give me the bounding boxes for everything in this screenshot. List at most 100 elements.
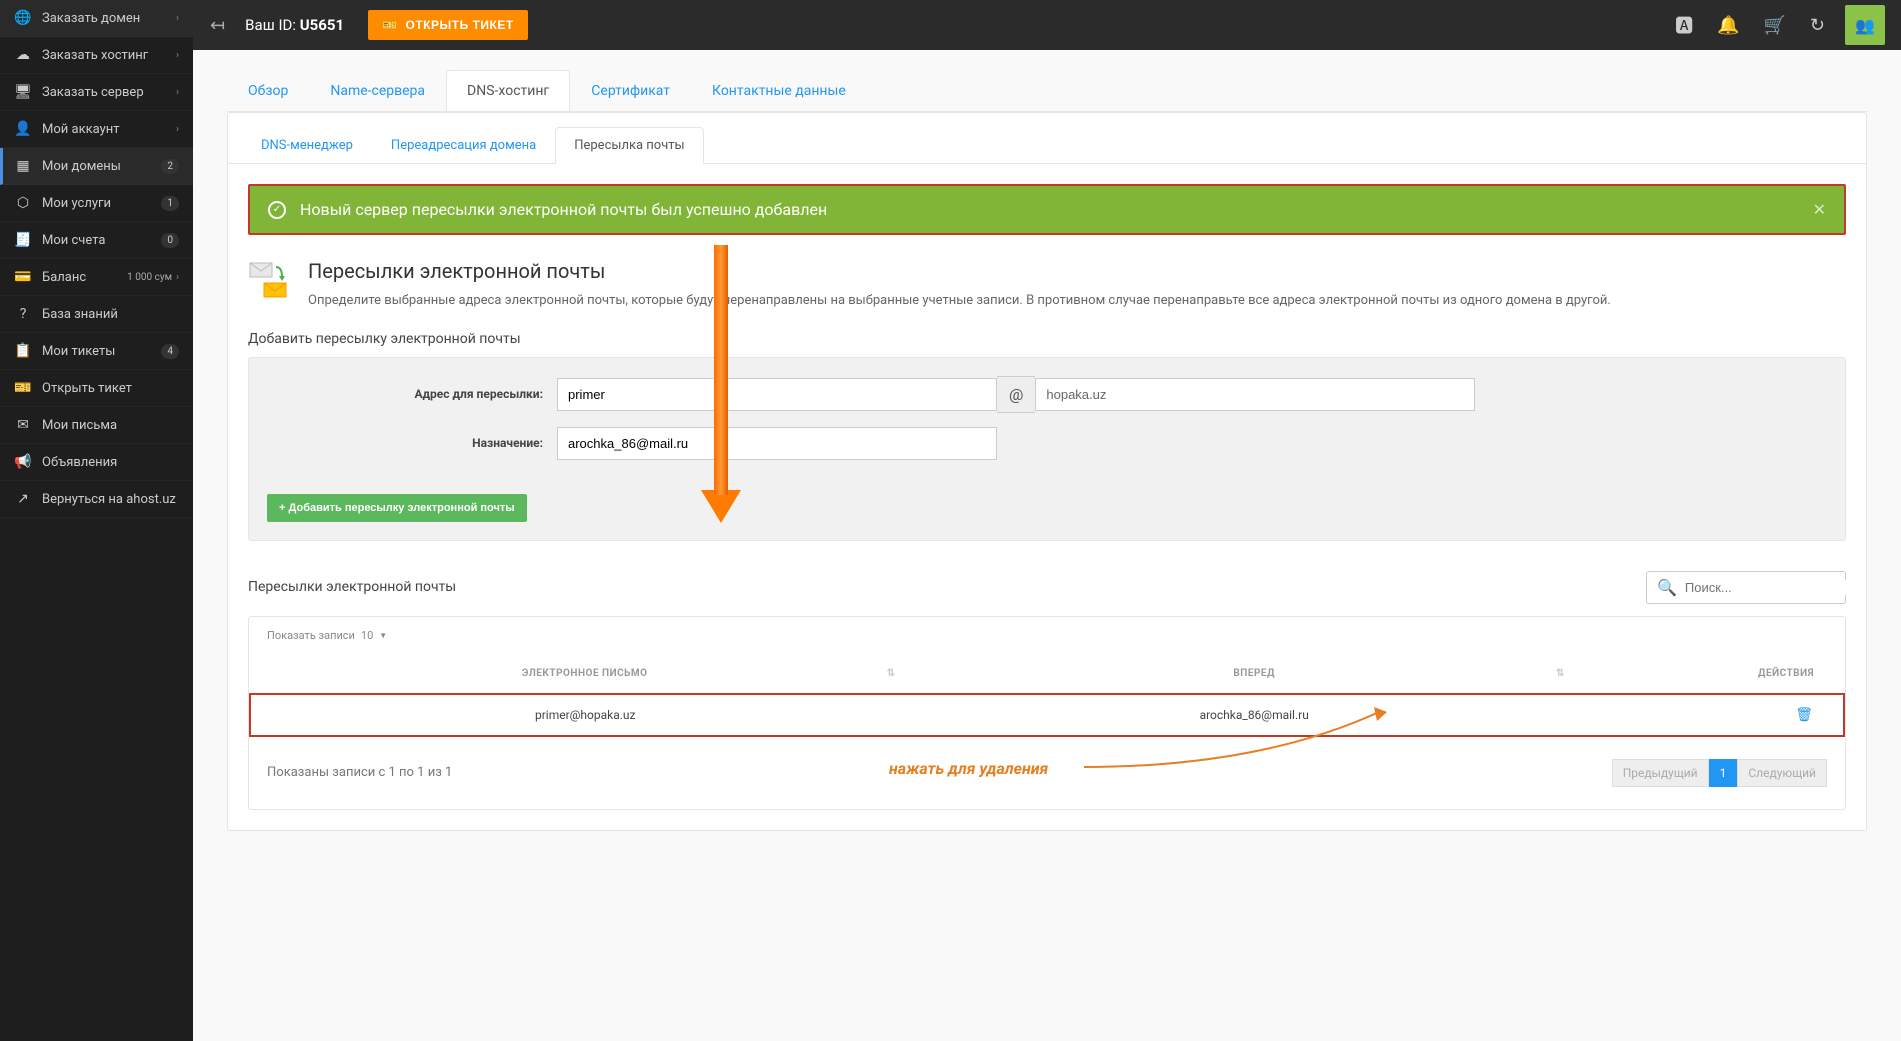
forwards-table: ЭЛЕКТРОННОЕ ПИСЬМО ⇅ ВПЕРЕД ⇅ ДЕЙСТВИЯ pri… <box>249 654 1845 737</box>
forward-address-input[interactable] <box>557 378 997 411</box>
sidebar-item-5[interactable]: ⬡Мои услуги1 <box>0 185 193 222</box>
sidebar-item-label: Мои счета <box>42 233 157 248</box>
secondary-tab-0[interactable]: DNS-менеджер <box>242 127 372 163</box>
forwards-table-container: Показать записи 10 ▼ ЭЛЕКТРОННОЕ ПИСЬМО ⇅… <box>248 616 1846 810</box>
col-email[interactable]: ЭЛЕКТРОННОЕ ПИСЬМО <box>522 668 648 679</box>
sidebar-icon: ↗ <box>14 491 32 507</box>
destination-label: Назначение: <box>267 436 557 450</box>
alert-message: Новый сервер пересылки электронной почты… <box>300 200 827 219</box>
chevron-right-icon: › <box>176 272 179 283</box>
ticket-icon: 🎫 <box>382 18 397 32</box>
address-label: Адрес для пересылки: <box>267 387 557 401</box>
sidebar-item-13[interactable]: ↗ Вернуться на ahost.uz <box>0 481 193 518</box>
chevron-right-icon: › <box>176 87 179 98</box>
sidebar-icon: 🖥 <box>14 84 32 100</box>
badge: 2 <box>161 159 179 174</box>
pag-page-1[interactable]: 1 <box>1709 759 1738 787</box>
topbar: ↤ Ваш ID: U5651 🎫 ОТКРЫТЬ ТИКЕТ 🅰 🔔 🛒 ↻ … <box>0 0 1901 50</box>
sidebar-icon: ✉ <box>14 417 32 433</box>
primary-tab-3[interactable]: Сертификат <box>570 70 691 111</box>
cell-email: primer@hopaka.uz <box>250 694 919 736</box>
sidebar-item-6[interactable]: 🧾Мои счета0 <box>0 222 193 259</box>
sidebar: 🌐Заказать домен›☁Заказать хостинг› 🖥 Заказ… <box>0 0 193 1041</box>
pagination: Предыдущий 1 Следующий <box>1612 759 1827 787</box>
delete-annotation: нажать для удаления <box>889 759 1048 778</box>
table-page-size[interactable]: Показать записи 10 ▼ <box>249 617 1845 654</box>
dns-hosting-panel: DNS-менеджерПереадресация доменаПересылк… <box>227 112 1867 831</box>
sidebar-icon: 💳 <box>14 269 32 285</box>
chevron-right-icon: › <box>176 13 179 24</box>
balance-value: 1 000 сум <box>127 272 172 283</box>
sidebar-icon: 📢 <box>14 454 32 470</box>
list-title: Пересылки электронной почты <box>248 579 456 595</box>
badge: 1 <box>161 196 179 211</box>
primary-tab-4[interactable]: Контактные данные <box>691 70 867 111</box>
sidebar-item-label: Заказать хостинг <box>42 48 176 63</box>
sidebar-item-label: Открыть тикет <box>42 381 179 396</box>
form-heading: Добавить пересылку электронной почты <box>248 331 1846 347</box>
sidebar-item-label: Баланс <box>42 270 127 285</box>
col-forward[interactable]: ВПЕРЕД <box>1233 668 1275 679</box>
sidebar-item-11[interactable]: ✉ Мои письма <box>0 407 193 444</box>
chevron-right-icon: › <box>176 124 179 135</box>
sidebar-item-label: Мой аккаунт <box>42 122 176 137</box>
pag-prev[interactable]: Предыдущий <box>1612 759 1709 787</box>
user-menu-button[interactable]: 👥 <box>1845 5 1885 45</box>
sidebar-item-label: Заказать сервер <box>42 85 176 100</box>
section-header: Пересылки электронной почты Определите в… <box>248 259 1846 311</box>
sidebar-icon: ? <box>14 306 32 322</box>
secondary-tab-1[interactable]: Переадресация домена <box>372 127 555 163</box>
refresh-icon[interactable]: ↻ <box>1810 15 1825 36</box>
sidebar-item-label: Мои услуги <box>42 196 157 211</box>
sidebar-item-0[interactable]: 🌐Заказать домен› <box>0 0 193 37</box>
sidebar-item-1[interactable]: ☁Заказать хостинг› <box>0 37 193 74</box>
add-forward-button[interactable]: + Добавить пересылку электронной почты <box>267 494 527 522</box>
sidebar-icon: 🎫 <box>14 380 32 396</box>
sidebar-item-label: Мои письма <box>42 418 179 433</box>
sidebar-item-8[interactable]: ?База знаний <box>0 296 193 333</box>
bell-icon[interactable]: 🔔 <box>1717 15 1739 36</box>
col-actions: ДЕЙСТВИЯ <box>1758 668 1814 679</box>
sidebar-item-label: Мои тикеты <box>42 344 157 359</box>
search-icon: 🔍 <box>1657 578 1677 597</box>
primary-tab-0[interactable]: Обзор <box>227 70 309 111</box>
sidebar-icon: 📋 <box>14 343 32 359</box>
section-description: Определите выбранные адреса электронной … <box>308 291 1611 311</box>
secondary-tabs: DNS-менеджерПереадресация доменаПересылк… <box>228 113 1866 164</box>
cell-forward: arochka_86@mail.ru <box>919 694 1588 736</box>
add-forward-form: Адрес для пересылки: @ Назначение: <box>248 357 1846 541</box>
sidebar-item-9[interactable]: 📋Мои тикеты4 <box>0 333 193 370</box>
search-box[interactable]: 🔍 <box>1646 571 1846 604</box>
open-ticket-button[interactable]: 🎫 ОТКРЫТЬ ТИКЕТ <box>368 10 528 40</box>
sidebar-item-label: Объявления <box>42 455 179 470</box>
sort-icon: ⇅ <box>887 668 896 679</box>
sort-icon: ⇅ <box>1556 668 1565 679</box>
cart-icon[interactable]: 🛒 <box>1763 15 1785 36</box>
section-title: Пересылки электронной почты <box>308 259 1611 283</box>
delete-button[interactable]: 🗑 <box>1795 707 1813 723</box>
success-alert: ✓ Новый сервер пересылки электронной поч… <box>248 184 1846 235</box>
sidebar-item-7[interactable]: 💳 Баланс1 000 сум › <box>0 259 193 296</box>
primary-tab-1[interactable]: Name-сервера <box>309 70 446 111</box>
language-icon[interactable]: 🅰 <box>1675 12 1693 38</box>
sidebar-item-12[interactable]: 📢 Объявления <box>0 444 193 481</box>
sidebar-item-label: Мои домены <box>42 159 157 174</box>
sidebar-collapse-button[interactable]: ↤ <box>210 15 225 36</box>
chevron-right-icon: › <box>176 50 179 61</box>
search-input[interactable] <box>1685 580 1861 595</box>
sidebar-item-2[interactable]: 🖥 Заказать сервер› <box>0 74 193 111</box>
sidebar-item-label: Вернуться на ahost.uz <box>42 492 179 507</box>
sidebar-icon: ▦ <box>14 158 32 174</box>
pag-next[interactable]: Следующий <box>1737 759 1827 787</box>
at-symbol: @ <box>997 376 1035 413</box>
sidebar-item-10[interactable]: 🎫 Открыть тикет <box>0 370 193 407</box>
plus-icon: + <box>279 502 285 514</box>
secondary-tab-2[interactable]: Пересылка почты <box>555 127 703 164</box>
check-icon: ✓ <box>268 201 286 219</box>
close-icon[interactable]: ✕ <box>1813 200 1826 219</box>
destination-input[interactable] <box>557 427 997 460</box>
domain-input[interactable] <box>1035 378 1475 411</box>
primary-tab-2[interactable]: DNS-хостинг <box>446 70 570 111</box>
sidebar-item-3[interactable]: 👤Мой аккаунт› <box>0 111 193 148</box>
sidebar-item-4[interactable]: ▦ Мои домены 2 <box>0 148 193 185</box>
